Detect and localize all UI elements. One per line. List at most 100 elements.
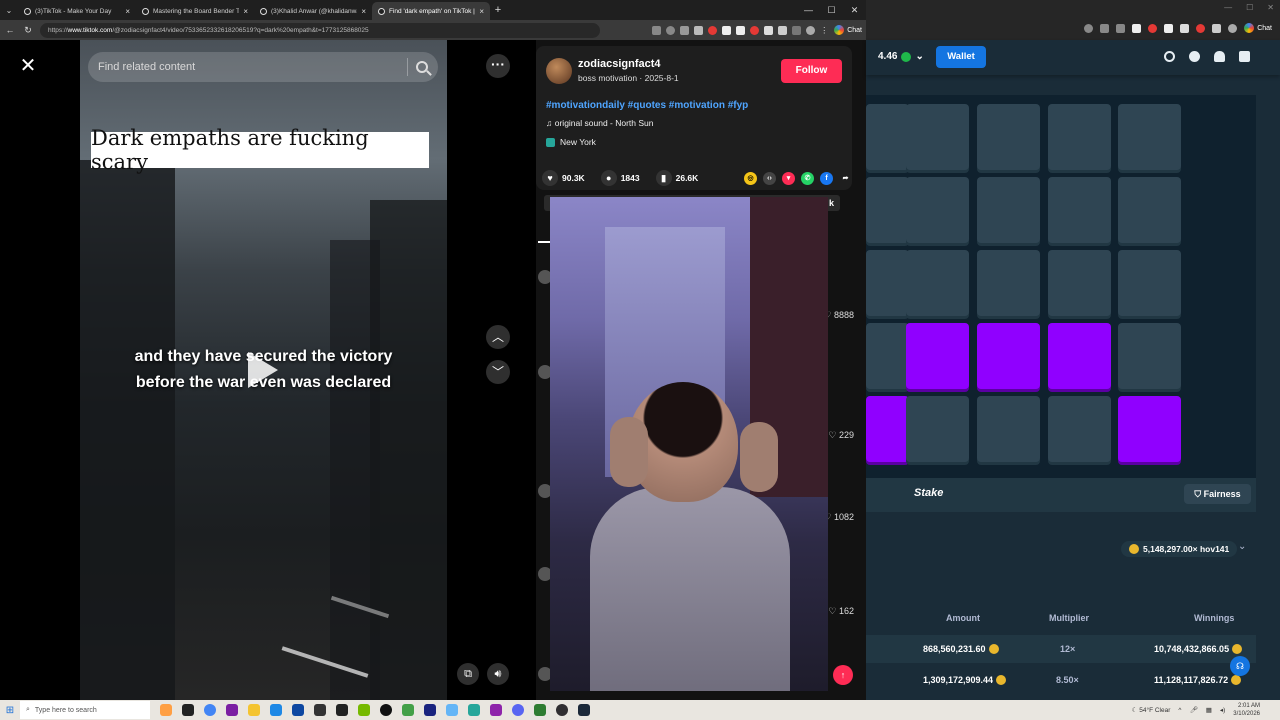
extension-icon[interactable] — [764, 25, 774, 35]
star-icon[interactable] — [680, 25, 690, 35]
minimize-icon[interactable]: — — [797, 5, 820, 16]
app-icon[interactable] — [534, 704, 546, 716]
extension-icon[interactable] — [1196, 23, 1206, 33]
tile-revealed[interactable] — [866, 396, 909, 462]
save-action[interactable]: ▮ 26.6K — [655, 170, 698, 186]
steam-icon[interactable] — [578, 704, 590, 716]
share-icon[interactable] — [1100, 23, 1110, 33]
live-support-button[interactable]: ☊ — [1230, 656, 1250, 676]
close-window-icon[interactable]: ✕ — [1267, 3, 1274, 12]
pip-button[interactable]: ⧉ — [457, 663, 479, 685]
search-icon[interactable] — [1164, 51, 1175, 62]
tile-hidden[interactable] — [866, 177, 909, 243]
discord-icon[interactable] — [512, 704, 524, 716]
file-explorer-icon[interactable] — [248, 704, 260, 716]
puzzle-icon[interactable] — [778, 25, 788, 35]
app-icon[interactable] — [292, 704, 304, 716]
extension-icon[interactable] — [1180, 23, 1190, 33]
address-bar[interactable]: https://www.tiktok.com/@zodiacsignfact4/… — [40, 22, 600, 38]
app-icon[interactable] — [314, 704, 326, 716]
copilot-icon[interactable] — [160, 704, 172, 716]
tile-hidden[interactable] — [906, 177, 969, 243]
tab-search-icon[interactable]: ⌄ — [0, 6, 18, 15]
obs-icon[interactable] — [556, 704, 568, 716]
extension-icon[interactable] — [750, 25, 760, 35]
sound-line[interactable]: ♫ original sound - North Sun — [546, 118, 654, 128]
fairness-button[interactable]: ⛉ Fairness — [1184, 484, 1251, 504]
previous-video-button[interactable]: ︿ — [486, 325, 510, 349]
tile-hidden[interactable] — [1118, 104, 1181, 170]
extension-icon[interactable] — [652, 25, 662, 35]
volume-icon[interactable]: ◂) — [1220, 706, 1225, 714]
tab-dark-empath-search[interactable]: Find 'dark empath' on TikTok | Tik × — [372, 2, 490, 20]
new-tab-button[interactable]: + — [490, 4, 506, 16]
wallet-button[interactable]: Wallet — [936, 46, 986, 68]
tile-hidden[interactable] — [977, 396, 1040, 462]
taskbar-search[interactable]: ⌕ Type here to search — [20, 701, 150, 719]
comment-action[interactable]: ● 1843 — [600, 170, 640, 186]
tile-hidden[interactable] — [977, 250, 1040, 316]
author-avatar[interactable] — [546, 58, 572, 84]
chrome-icon[interactable] — [204, 704, 216, 716]
tile-revealed[interactable] — [1048, 323, 1111, 389]
follow-button[interactable]: Follow — [781, 59, 842, 83]
tile-hidden[interactable] — [1048, 250, 1111, 316]
app-icon[interactable] — [402, 704, 414, 716]
search-icon[interactable] — [416, 61, 428, 73]
tile-hidden[interactable] — [977, 177, 1040, 243]
tile-hidden[interactable] — [977, 104, 1040, 170]
network-icon[interactable]: ▦ — [1206, 706, 1212, 714]
app-icon[interactable] — [468, 704, 480, 716]
tile-revealed[interactable] — [977, 323, 1040, 389]
minimize-icon[interactable]: — — [1224, 3, 1232, 12]
top-win-badge[interactable]: 5,148,297.00× hov141 — [1121, 541, 1238, 557]
tile-hidden[interactable] — [866, 323, 909, 389]
coin-share-icon[interactable]: ◎ — [744, 171, 757, 185]
tile-hidden[interactable] — [1048, 396, 1111, 462]
taskbar-clock[interactable]: 2:01 AM 3/10/2026 — [1233, 702, 1260, 718]
star-icon[interactable] — [1116, 23, 1126, 33]
tile-hidden[interactable] — [1048, 177, 1111, 243]
chat-button[interactable]: Chat — [834, 25, 862, 35]
tile-hidden[interactable] — [866, 104, 909, 170]
whatsapp-icon[interactable]: ✆ — [801, 171, 814, 185]
tile-hidden[interactable] — [906, 250, 969, 316]
share-arrow-icon[interactable]: ➦ — [839, 172, 852, 185]
extension-icon[interactable] — [1164, 23, 1174, 33]
embed-icon[interactable]: ‹› — [763, 171, 776, 185]
tab-board-bender[interactable]: Mastering the Board Bender Tool × — [136, 2, 254, 20]
zoom-icon[interactable] — [1084, 23, 1094, 33]
github-icon[interactable] — [380, 704, 392, 716]
close-tab-icon[interactable]: × — [361, 7, 366, 16]
tile-hidden[interactable] — [906, 396, 969, 462]
chat-button[interactable]: Chat — [1244, 23, 1272, 33]
location-line[interactable]: New York — [546, 137, 596, 147]
extension-icon[interactable] — [792, 25, 802, 35]
app-icon[interactable] — [490, 704, 502, 716]
volume-button[interactable]: 🔊︎ — [487, 663, 509, 685]
chat-icon[interactable] — [1239, 51, 1250, 62]
app-icon[interactable] — [182, 704, 194, 716]
profile-avatar-icon[interactable] — [1228, 23, 1238, 33]
next-video-button[interactable]: ﹀ — [486, 360, 510, 384]
extension-icon[interactable] — [1148, 23, 1158, 33]
balance-dropdown[interactable]: 4.46 ⌄ — [878, 51, 924, 62]
extension-icon[interactable] — [1132, 23, 1142, 33]
app-icon[interactable] — [424, 704, 436, 716]
video-player[interactable]: Dark empaths are fucking scary and they … — [80, 40, 447, 700]
tile-hidden[interactable] — [1048, 104, 1111, 170]
comment-like-count[interactable]: ♡ 229 — [828, 430, 854, 441]
tab-tiktok-home[interactable]: (3)TikTok - Make Your Day × — [18, 2, 136, 20]
tile-revealed[interactable] — [906, 323, 969, 389]
related-search-input[interactable] — [98, 61, 399, 73]
close-tab-icon[interactable]: × — [125, 7, 130, 16]
app-icon[interactable] — [336, 704, 348, 716]
tray-chevron-icon[interactable]: ^ — [1178, 707, 1181, 714]
back-icon[interactable]: ← — [4, 25, 16, 35]
close-window-icon[interactable]: ✕ — [843, 5, 866, 16]
extension-icon[interactable] — [1212, 23, 1222, 33]
like-action[interactable]: ♥ 90.3K — [542, 170, 585, 186]
scroll-top-button[interactable]: ↑ — [833, 665, 853, 685]
user-icon[interactable] — [1189, 51, 1200, 62]
windows-start-icon[interactable]: ⊞ — [0, 705, 20, 716]
